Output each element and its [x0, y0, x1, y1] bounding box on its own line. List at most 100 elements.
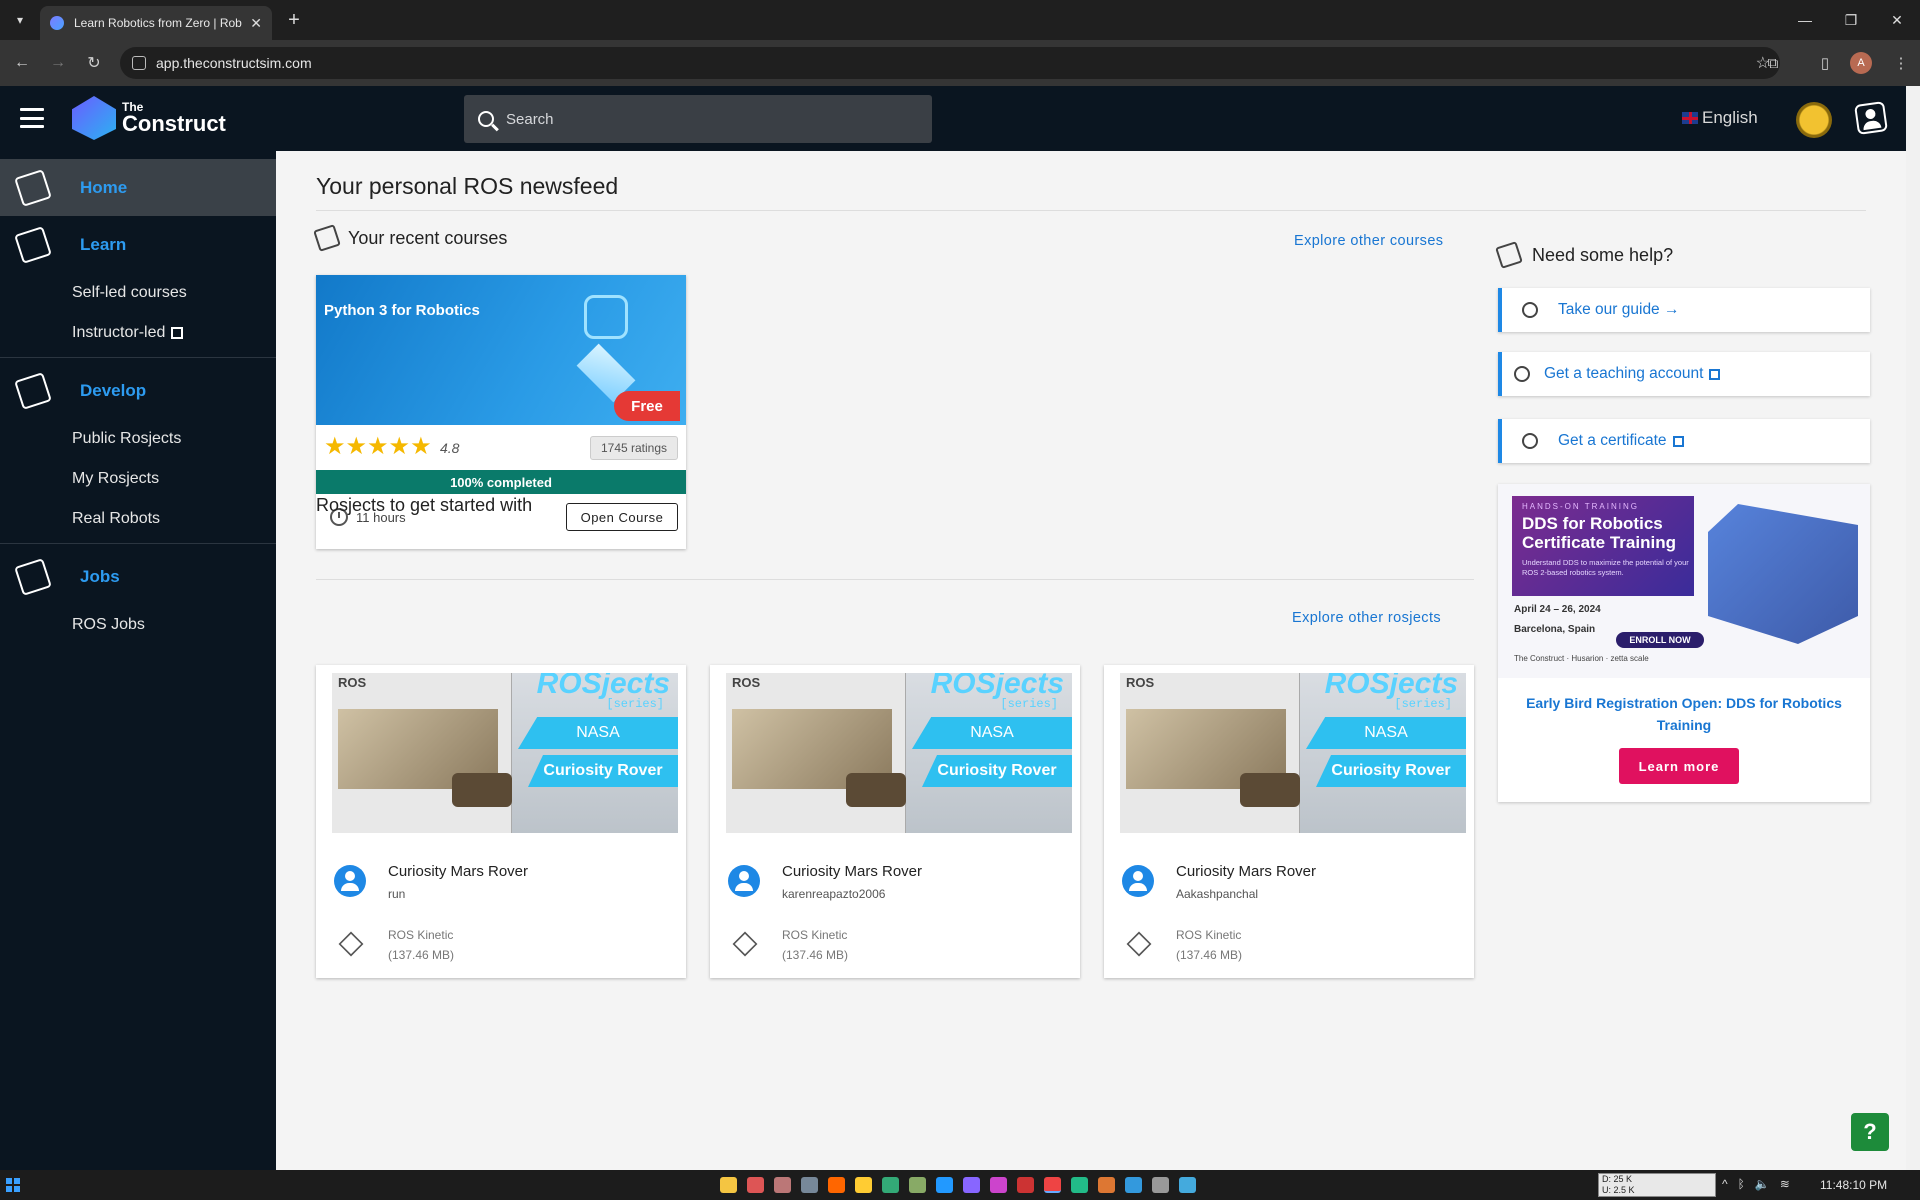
tab-list-button[interactable]: ▾ [8, 8, 32, 32]
os-taskbar: D: 25 K U: 2.5 K ^ ᛒ 🔈 ≋ 11:48:10 PM [0, 1170, 1920, 1200]
site-info-icon[interactable] [132, 56, 146, 70]
rosject-card[interactable]: ROS ROSjects [series] NASA Curiosity Rov… [710, 665, 1080, 978]
app-icon[interactable] [963, 1177, 980, 1193]
jobs-icon [14, 557, 52, 596]
settings-icon[interactable] [1152, 1177, 1169, 1193]
rover-graphic [452, 773, 512, 807]
wifi-icon[interactable]: ≋ [1780, 1177, 1790, 1191]
app-icon[interactable] [882, 1177, 899, 1193]
file-explorer-icon[interactable] [720, 1177, 737, 1193]
course-hero-image: Python 3 for Robotics Free [316, 275, 686, 425]
url-field[interactable]: app.theconstructsim.com ☆ [120, 47, 1780, 79]
user-account-icon[interactable] [1854, 101, 1888, 135]
bluetooth-icon[interactable]: ᛒ [1738, 1177, 1745, 1191]
app-icon[interactable] [1125, 1177, 1142, 1193]
chevron-up-icon[interactable]: ^ [1722, 1177, 1728, 1191]
chrome-icon[interactable] [1044, 1177, 1061, 1193]
firefox-icon[interactable] [828, 1177, 845, 1193]
ros-distro: ROS Kinetic [782, 928, 848, 942]
sidebar-item-jobs[interactable]: Jobs [0, 548, 276, 605]
sidebar-item-self-led-courses[interactable]: Self-led courses [0, 273, 276, 313]
app-icon[interactable] [774, 1177, 791, 1193]
minimize-icon[interactable]: — [1782, 0, 1828, 40]
close-tab-icon[interactable]: ✕ [250, 15, 262, 32]
browser-tabbar: ▾ Learn Robotics from Zero | Rob ✕ + — ❐… [0, 0, 1920, 40]
nasa-band: NASA [518, 717, 678, 749]
sidebar-item-learn[interactable]: Learn [0, 216, 276, 273]
hamburger-menu-icon[interactable] [20, 108, 44, 128]
app-icon[interactable] [747, 1177, 764, 1193]
rover-graphic [1240, 773, 1300, 807]
profile-avatar[interactable]: A [1850, 52, 1872, 74]
app-icon[interactable] [1098, 1177, 1115, 1193]
rosject-thumbnail: ROS ROSjects [series] NASA Curiosity Rov… [1120, 673, 1466, 833]
rosject-name: Curiosity Mars Rover [782, 863, 923, 880]
rosject-card[interactable]: ROS ROSjects [series] NASA Curiosity Rov… [316, 665, 686, 978]
learn-icon [14, 225, 52, 264]
help-title: Need some help? [1495, 241, 1674, 269]
learn-more-button[interactable]: Learn more [1619, 748, 1739, 784]
explore-courses-link[interactable]: Explore other courses [1294, 233, 1443, 249]
search-box[interactable] [464, 95, 932, 143]
sidebar-item-home[interactable]: Home [0, 159, 276, 216]
volume-icon[interactable]: 🔈 [1755, 1177, 1770, 1191]
browser-tab[interactable]: Learn Robotics from Zero | Rob ✕ [40, 6, 272, 40]
reload-icon[interactable]: ↻ [81, 50, 107, 76]
the-construct-logo[interactable]: The Construct [72, 96, 226, 140]
section-title-text: Rosjects to get started with [316, 495, 533, 515]
back-icon[interactable]: ← [9, 50, 35, 76]
restore-icon[interactable]: ❐ [1828, 0, 1874, 40]
sidebar-item-public-rosjects[interactable]: Public Rosjects [0, 419, 276, 459]
teaching-account-link[interactable]: Get a teaching account [1498, 352, 1870, 396]
nasa-band: NASA [912, 717, 1072, 749]
app-icon[interactable] [801, 1177, 818, 1193]
nasa-band: NASA [1306, 717, 1466, 749]
app-icon[interactable] [1017, 1177, 1034, 1193]
close-window-icon[interactable]: ✕ [1874, 0, 1920, 40]
app-icon[interactable] [855, 1177, 872, 1193]
achievement-badge-icon[interactable] [1796, 102, 1832, 138]
series-label: [series] [1000, 697, 1058, 711]
rosject-card[interactable]: ROS ROSjects [series] NASA Curiosity Rov… [1104, 665, 1474, 978]
sidebar-item-label: Real Robots [72, 510, 161, 527]
sidebar-item-my-rosjects[interactable]: My Rosjects [0, 459, 276, 499]
package-cube-icon [1126, 931, 1152, 957]
side-panel-icon[interactable]: ▯ [1814, 52, 1836, 74]
network-meter: D: 25 K U: 2.5 K [1598, 1173, 1716, 1197]
promo-caption-link[interactable]: Early Bird Registration Open: DDS for Ro… [1518, 692, 1850, 736]
extensions-icon[interactable]: ⧉ [1762, 52, 1784, 74]
recent-courses-title: Your recent courses [313, 224, 508, 252]
section-title-text: Need some help? [1532, 244, 1674, 265]
certificate-link[interactable]: Get a certificate [1498, 419, 1870, 463]
promo-banner[interactable]: HANDS-ON TRAINING DDS for Robotics Certi… [1498, 484, 1870, 678]
take-guide-link[interactable]: Take our guide → [1498, 288, 1870, 332]
app-icon[interactable] [1071, 1177, 1088, 1193]
sidebar-item-real-robots[interactable]: Real Robots [0, 499, 276, 539]
sidebar-item-instructor-led[interactable]: Instructor-led [0, 313, 276, 353]
rosject-owner: run [388, 887, 406, 901]
telegram-icon[interactable] [936, 1177, 953, 1193]
windows-start-icon[interactable] [6, 1178, 20, 1192]
teaching-icon [1514, 366, 1530, 382]
divider [316, 210, 1866, 211]
browser-menu-icon[interactable]: ⋮ [1890, 52, 1912, 74]
new-tab-button[interactable]: + [282, 8, 306, 32]
rosjects-title: Rosjects to get started with [316, 495, 532, 516]
help-fab-button[interactable]: ? [1851, 1113, 1889, 1151]
robot-graphic [1708, 504, 1858, 644]
explore-rosjects-link[interactable]: Explore other rosjects [1292, 610, 1441, 626]
system-clock[interactable]: 11:48:10 PM [1820, 1178, 1887, 1192]
rosject-meta: ROS Kinetic (137.46 MB) [388, 925, 454, 965]
forward-icon[interactable]: → [45, 50, 71, 76]
app-icon[interactable] [990, 1177, 1007, 1193]
language-selector[interactable]: English [1682, 108, 1758, 128]
sidebar-item-label: My Rosjects [72, 470, 160, 487]
page-scrollbar[interactable] [1906, 86, 1920, 1170]
search-input[interactable] [506, 110, 906, 128]
app-icon[interactable] [1179, 1177, 1196, 1193]
open-course-button[interactable]: Open Course [566, 503, 678, 531]
app-icon[interactable] [909, 1177, 926, 1193]
section-title-text: Your recent courses [348, 227, 508, 248]
sidebar-item-ros-jobs[interactable]: ROS Jobs [0, 605, 276, 645]
sidebar-item-develop[interactable]: Develop [0, 362, 276, 419]
